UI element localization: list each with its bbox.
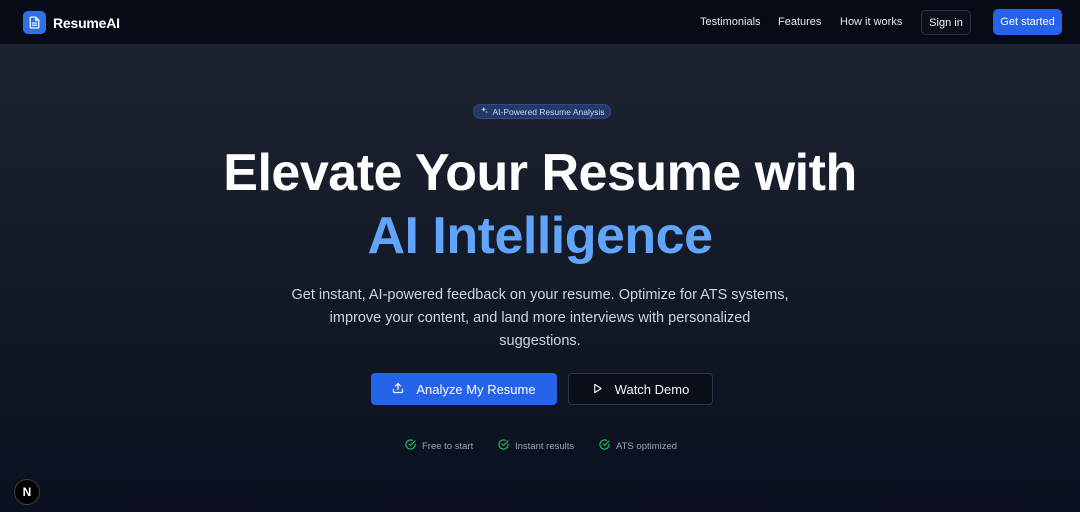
document-icon: [23, 11, 46, 34]
watch-demo-label: Watch Demo: [614, 381, 690, 397]
check-circle-icon: [498, 439, 509, 453]
analyze-resume-label: Analyze My Resume: [416, 381, 536, 397]
sparkles-icon: [480, 106, 489, 117]
feature-list: Free to start Instant results ATS optimi…: [0, 439, 1080, 453]
check-circle-icon: [405, 439, 416, 453]
feature-item-instant: Instant results: [498, 439, 574, 453]
hero-description: Get instant, AI-powered feedback on your…: [291, 287, 789, 349]
upload-icon: [392, 382, 404, 397]
hero-title-line-1: Elevate Your Resume with: [223, 144, 857, 202]
feature-label: ATS optimized: [616, 440, 678, 452]
nav-link-how-it-works[interactable]: How it works: [840, 16, 902, 28]
nextjs-dev-indicator-button[interactable]: N: [14, 479, 40, 505]
feature-item-free: Free to start: [405, 439, 473, 453]
watch-demo-button[interactable]: Watch Demo: [568, 373, 713, 405]
get-started-button[interactable]: Get started: [993, 9, 1062, 35]
feature-label: Free to start: [422, 440, 474, 452]
hero-title-line-2: AI Intelligence: [367, 207, 713, 265]
sign-in-button[interactable]: Sign in: [921, 10, 971, 35]
brand-logo-link[interactable]: ResumeAI: [23, 11, 120, 34]
feature-badge: AI-Powered Resume Analysis: [473, 104, 611, 119]
nav-link-features[interactable]: Features: [778, 16, 821, 28]
top-navbar: ResumeAI Testimonials Features How it wo…: [0, 0, 1080, 45]
feature-label: Instant results: [515, 440, 575, 452]
check-circle-icon: [599, 439, 610, 453]
play-icon: [592, 382, 603, 397]
nav-link-testimonials[interactable]: Testimonials: [700, 16, 761, 28]
feature-item-ats: ATS optimized: [599, 439, 677, 453]
analyze-resume-button[interactable]: Analyze My Resume: [371, 373, 557, 405]
badge-label: AI-Powered Resume Analysis: [492, 106, 605, 117]
brand-name: ResumeAI: [53, 14, 120, 31]
